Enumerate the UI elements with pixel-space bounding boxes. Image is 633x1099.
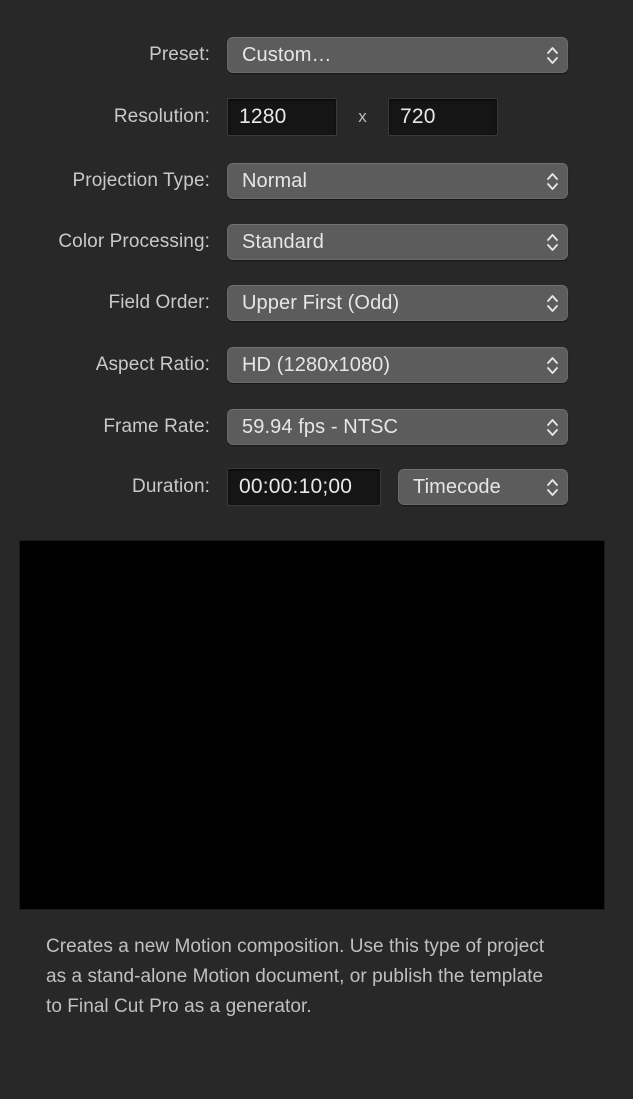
resolution-height-value: 720 (400, 105, 436, 128)
aspect-ratio-label: Aspect Ratio: (95, 354, 210, 375)
field-order-value: Upper First (Odd) (242, 291, 400, 314)
chevron-down-icon (546, 243, 558, 251)
field-order-label: Field Order: (108, 292, 210, 313)
chevron-up-icon (546, 233, 558, 241)
form-row-duration: Duration: 00:00:10;00 Timecode (0, 468, 633, 506)
duration-input[interactable]: 00:00:10;00 (227, 468, 381, 506)
chevron-up-icon (546, 478, 558, 486)
projection-type-dropdown[interactable]: Normal (227, 163, 568, 199)
chevron-up-icon (546, 356, 558, 364)
resolution-width-value: 1280 (239, 105, 287, 128)
chevron-down-icon (546, 428, 558, 436)
chevron-down-icon (546, 182, 558, 190)
resolution-width-input[interactable]: 1280 (227, 98, 337, 136)
color-processing-stepper-icon[interactable] (537, 225, 567, 259)
duration-format-dropdown[interactable]: Timecode (398, 469, 568, 505)
aspect-ratio-value: HD (1280x1080) (242, 353, 391, 376)
preset-stepper-icon[interactable] (537, 38, 567, 72)
chevron-down-icon (546, 56, 558, 64)
projection-type-label: Projection Type: (72, 170, 210, 191)
project-settings-panel: Preset: Custom… Resolution: 1280 x 720 P… (0, 0, 633, 1099)
form-row-field-order: Field Order: Upper First (Odd) (0, 284, 633, 322)
form-row-preset: Preset: Custom… (0, 36, 633, 74)
frame-rate-dropdown[interactable]: 59.94 fps - NTSC (227, 409, 568, 445)
chevron-up-icon (546, 46, 558, 54)
description-text: Creates a new Motion composition. Use th… (46, 936, 545, 1017)
form-row-resolution: Resolution: 1280 x 720 (0, 98, 633, 136)
projection-type-value: Normal (242, 169, 308, 192)
form-row-color-processing: Color Processing: Standard (0, 223, 633, 261)
field-order-stepper-icon[interactable] (537, 286, 567, 320)
duration-format-value: Timecode (413, 475, 501, 498)
duration-label: Duration: (132, 476, 210, 497)
resolution-height-input[interactable]: 720 (388, 98, 498, 136)
preset-dropdown[interactable]: Custom… (227, 37, 568, 73)
form-row-aspect-ratio: Aspect Ratio: HD (1280x1080) (0, 346, 633, 384)
composition-preview (19, 540, 605, 910)
resolution-separator: x (358, 107, 367, 126)
chevron-up-icon (546, 294, 558, 302)
chevron-down-icon (546, 366, 558, 374)
aspect-ratio-stepper-icon[interactable] (537, 348, 567, 382)
form-row-frame-rate: Frame Rate: 59.94 fps - NTSC (0, 408, 633, 446)
preset-value: Custom… (242, 43, 332, 66)
chevron-up-icon (546, 172, 558, 180)
preset-label: Preset: (149, 44, 210, 65)
chevron-down-icon (546, 304, 558, 312)
projection-type-stepper-icon[interactable] (537, 164, 567, 198)
form-row-projection-type: Projection Type: Normal (0, 162, 633, 200)
color-processing-dropdown[interactable]: Standard (227, 224, 568, 260)
frame-rate-value: 59.94 fps - NTSC (242, 415, 399, 438)
duration-format-stepper-icon[interactable] (537, 470, 567, 504)
duration-value: 00:00:10;00 (239, 475, 353, 498)
field-order-dropdown[interactable]: Upper First (Odd) (227, 285, 568, 321)
color-processing-value: Standard (242, 230, 324, 253)
aspect-ratio-dropdown[interactable]: HD (1280x1080) (227, 347, 568, 383)
chevron-down-icon (546, 488, 558, 496)
resolution-label: Resolution: (113, 106, 210, 127)
frame-rate-stepper-icon[interactable] (537, 410, 567, 444)
frame-rate-label: Frame Rate: (103, 416, 210, 437)
color-processing-label: Color Processing: (58, 231, 210, 252)
chevron-up-icon (546, 418, 558, 426)
